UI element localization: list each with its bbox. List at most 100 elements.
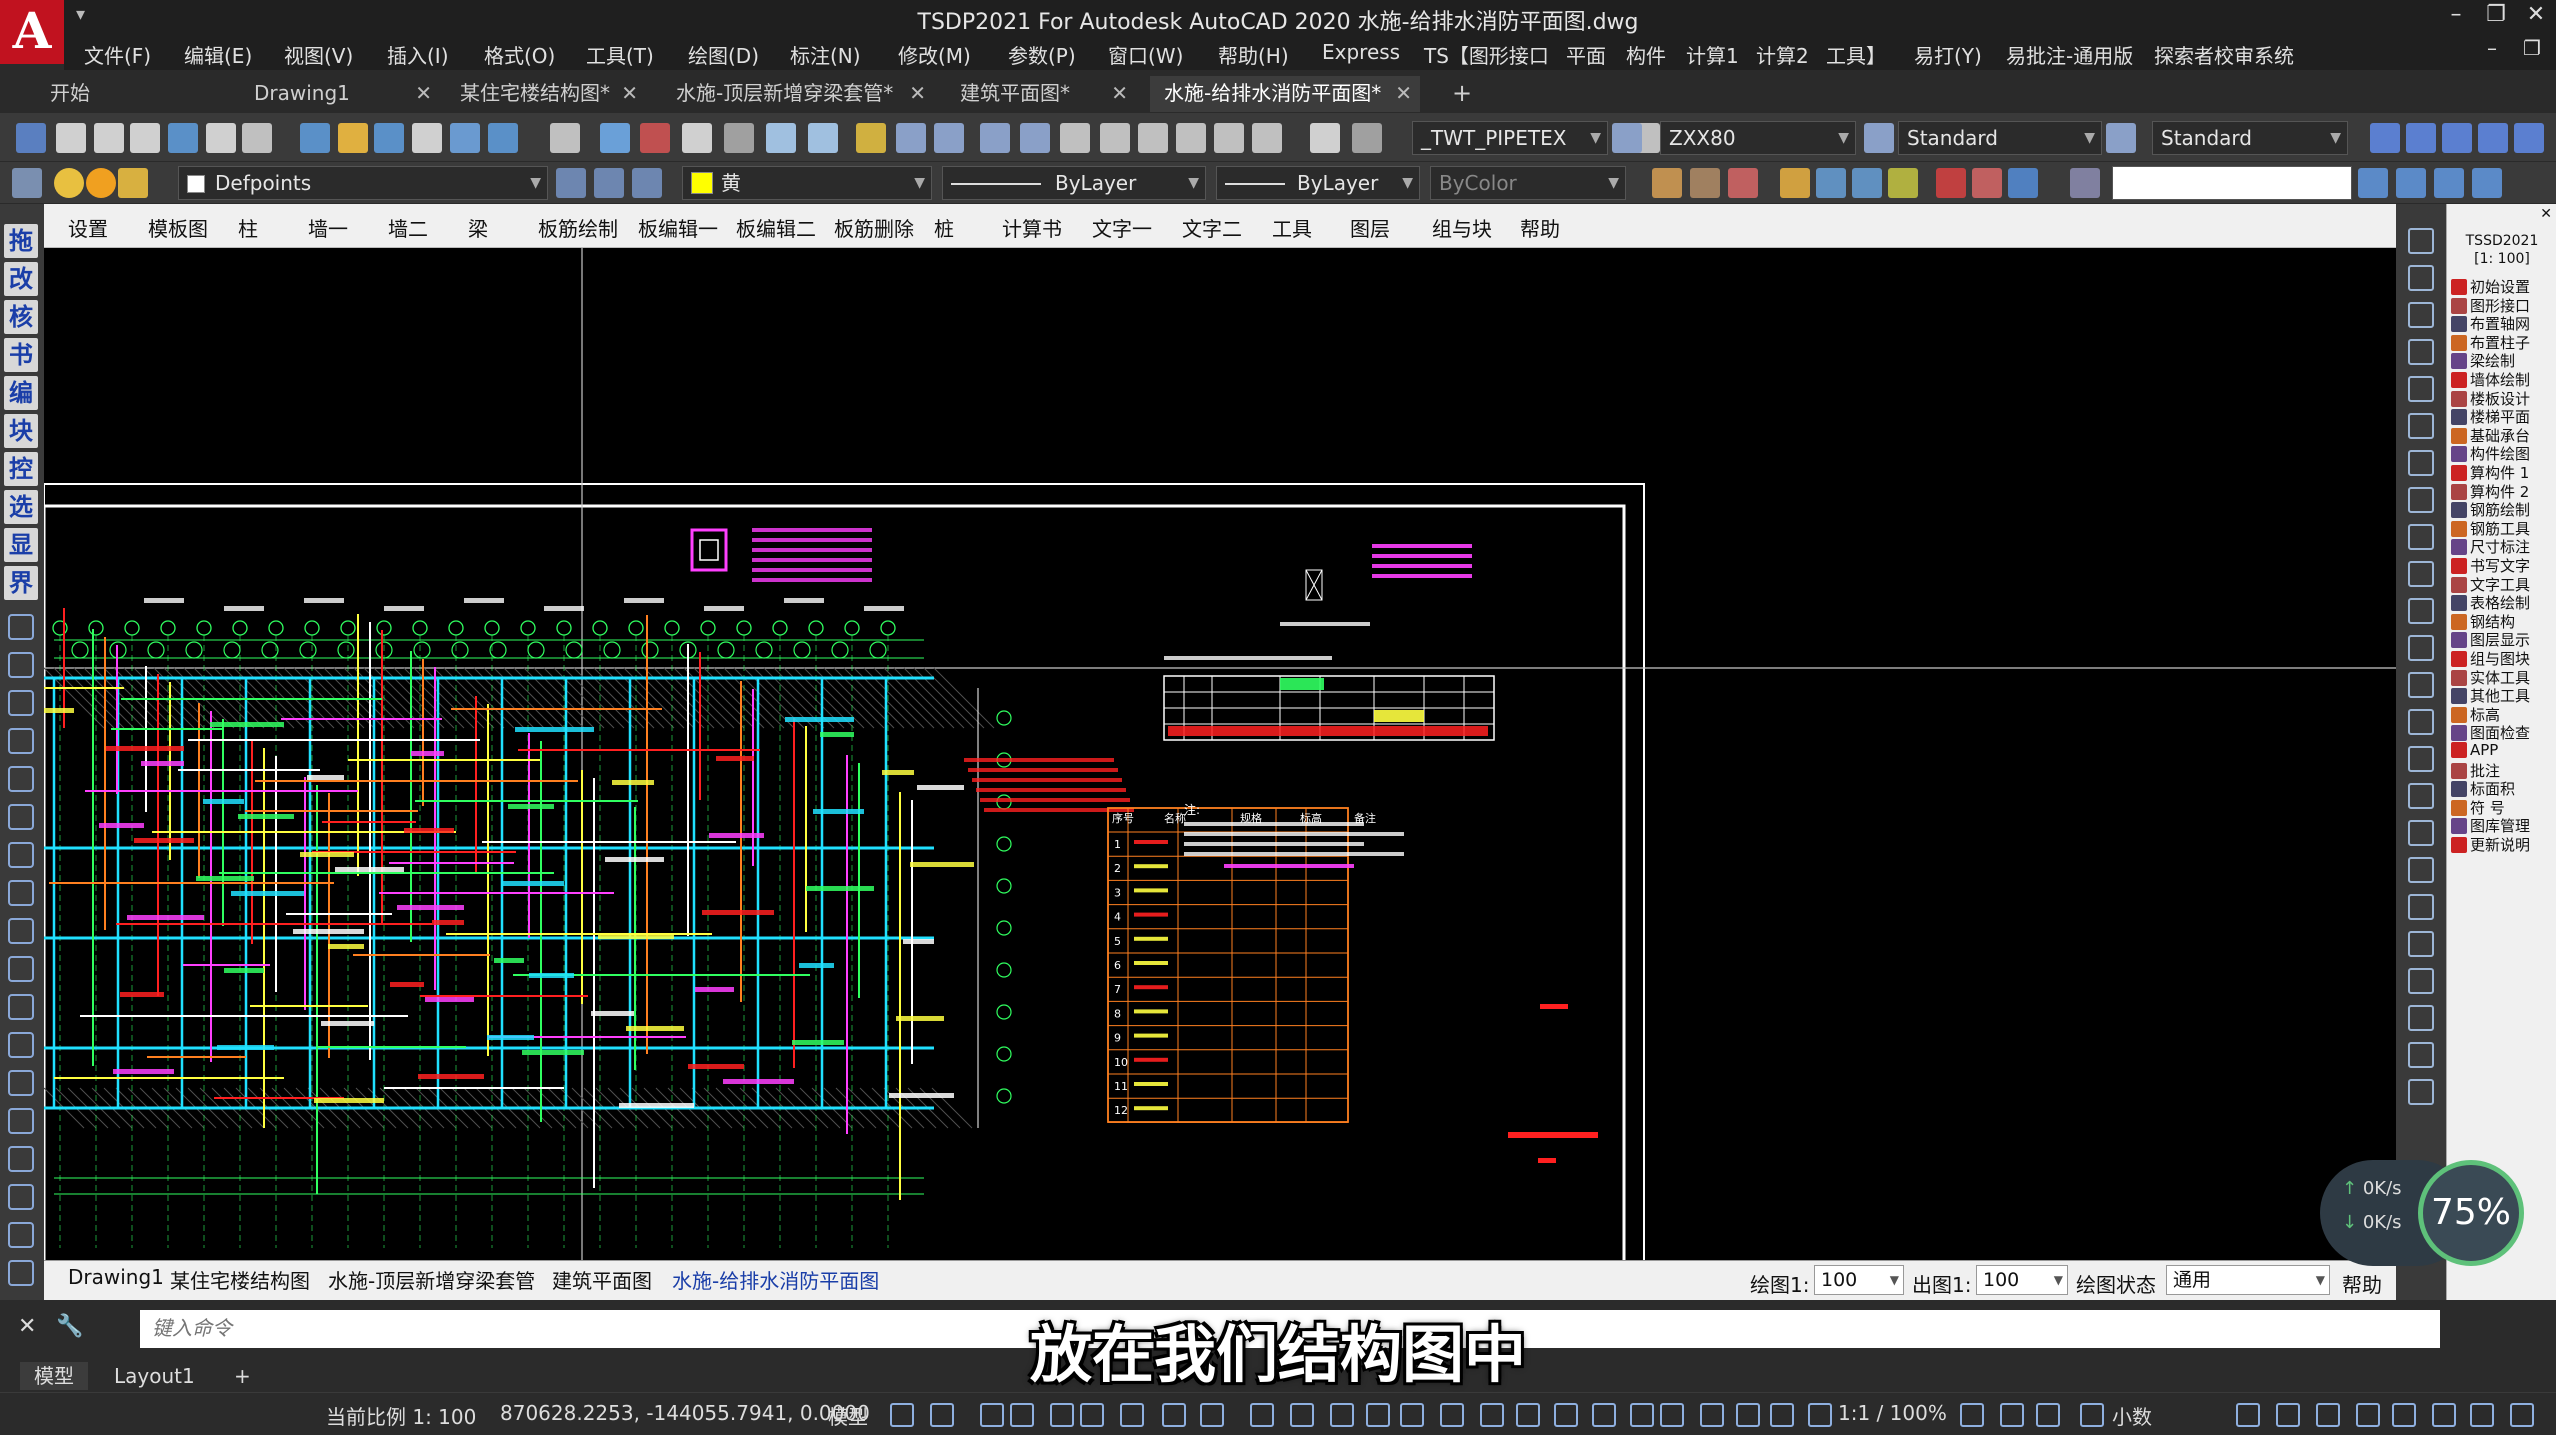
draw-tool-icon[interactable]	[8, 766, 34, 792]
status-toggle-icon[interactable]	[1010, 1403, 1034, 1427]
close-icon[interactable]: ✕	[415, 76, 432, 110]
menu-tools[interactable]: 工具(T)	[586, 40, 654, 69]
wrench-icon[interactable]: 🔧	[56, 1314, 83, 1339]
menu-dimension[interactable]: 标注(N)	[790, 40, 861, 69]
menu-annotation[interactable]: 易批注-通用版	[2006, 40, 2133, 69]
out-scale-select[interactable]: 100 ▼	[1976, 1265, 2068, 1295]
modify-tool-icon[interactable]	[2408, 1079, 2434, 1105]
modify-tool-icon[interactable]	[2408, 376, 2434, 402]
draw-tool-icon[interactable]	[8, 1032, 34, 1058]
status-toggle-icon[interactable]	[1660, 1403, 1684, 1427]
toolbar-tool-icon[interactable]	[412, 123, 442, 153]
tssd-menu-layer[interactable]: 图层	[1350, 213, 1390, 242]
toolbar-tool-icon[interactable]	[1020, 123, 1050, 153]
layout-tab-sleeve[interactable]: 水施-顶层新增穿梁套管	[328, 1265, 535, 1294]
toolbar-tool-icon[interactable]	[1060, 123, 1090, 153]
status-toggle-icon[interactable]	[1808, 1403, 1832, 1427]
draw-state-select[interactable]: 通用 ▼	[2166, 1265, 2330, 1295]
toolbar-tool-icon[interactable]	[2370, 123, 2400, 153]
tssd-menu-slab-rebar[interactable]: 板筋绘制	[538, 213, 618, 242]
toolbar-tool-icon[interactable]	[168, 123, 198, 153]
draw-tool-icon[interactable]	[8, 1222, 34, 1248]
toolbar-tool-icon[interactable]	[600, 123, 630, 153]
menu-modify[interactable]: 修改(M)	[898, 40, 971, 69]
toolbar-tool-icon[interactable]	[808, 123, 838, 153]
menu-calc1[interactable]: 计算1	[1686, 40, 1739, 69]
status-tool-icon[interactable]	[2432, 1403, 2456, 1427]
modify-tool-icon[interactable]	[2408, 709, 2434, 735]
layout-tab-architecture[interactable]: 建筑平面图	[552, 1265, 652, 1294]
toolbar-tool-icon[interactable]	[206, 123, 236, 153]
draw-tool-icon[interactable]	[8, 956, 34, 982]
toolbar-tool-icon[interactable]	[16, 123, 46, 153]
minimize-icon[interactable]: –	[2436, 2, 2476, 27]
plotstyle-select[interactable]: ByColor ▼	[1430, 166, 1626, 200]
multileader-style-select[interactable]: Standard ▼	[2152, 121, 2348, 155]
status-tool-icon[interactable]	[1960, 1403, 1984, 1427]
tssd-menu-slab-edit2[interactable]: 板编辑二	[736, 213, 816, 242]
tssd-menu-settings[interactable]: 设置	[68, 213, 108, 242]
left-btn-drag[interactable]: 拖	[4, 224, 38, 258]
tssd-menu-text1[interactable]: 文字一	[1092, 213, 1152, 242]
draw-tool-icon[interactable]	[8, 1108, 34, 1134]
units-select[interactable]: 小数	[2112, 1401, 2152, 1430]
left-btn-select[interactable]: 选	[4, 490, 38, 524]
status-tool-icon[interactable]	[2080, 1403, 2104, 1427]
modify-tool-icon[interactable]	[2408, 487, 2434, 513]
status-toggle-icon[interactable]	[1366, 1403, 1390, 1427]
modify-tool-icon[interactable]	[2408, 339, 2434, 365]
menu-calc2[interactable]: 计算2	[1756, 40, 1809, 69]
status-tool-icon[interactable]	[2316, 1403, 2340, 1427]
left-btn-block[interactable]: 块	[4, 414, 38, 448]
toolbar-tool-icon[interactable]	[766, 123, 796, 153]
left-btn-display[interactable]: 显	[4, 528, 38, 562]
status-toggle-icon[interactable]	[1770, 1403, 1794, 1427]
toolbar-extra-icon[interactable]	[1816, 168, 1846, 198]
toolbar-extra-icon[interactable]	[1972, 168, 2002, 198]
draw-tool-icon[interactable]	[8, 994, 34, 1020]
modify-tool-icon[interactable]	[2408, 894, 2434, 920]
tab-water-fire-plan[interactable]: 水施-给排水消防平面图* ✕	[1150, 76, 1420, 112]
draw-tool-icon[interactable]	[8, 880, 34, 906]
dim-style-select[interactable]: ZXX80 ▼	[1660, 121, 1856, 155]
make-current-icon[interactable]	[556, 168, 586, 198]
modify-tool-icon[interactable]	[2408, 672, 2434, 698]
draw-tool-icon[interactable]	[8, 1260, 34, 1286]
left-btn-check[interactable]: 核	[4, 300, 38, 334]
toolbar-tool-icon[interactable]	[724, 123, 754, 153]
modify-tool-icon[interactable]	[2408, 635, 2434, 661]
draw-tool-icon[interactable]	[8, 690, 34, 716]
modify-tool-icon[interactable]	[2408, 598, 2434, 624]
model-space-toggle[interactable]: 模型	[828, 1401, 868, 1430]
draw-tool-icon[interactable]	[8, 614, 34, 640]
toolbar-extra-icon[interactable]	[2008, 168, 2038, 198]
toolbar-tool-icon[interactable]	[856, 123, 886, 153]
menu-ts-interface[interactable]: TS【图形接口	[1424, 40, 1549, 69]
status-toggle-icon[interactable]	[1592, 1403, 1616, 1427]
menu-file[interactable]: 文件(F)	[84, 40, 151, 69]
menu-format[interactable]: 格式(O)	[484, 40, 555, 69]
status-tool-icon[interactable]	[2356, 1403, 2380, 1427]
draw-tool-icon[interactable]	[8, 728, 34, 754]
menu-help[interactable]: 帮助(H)	[1218, 40, 1289, 69]
modify-tool-icon[interactable]	[2408, 1042, 2434, 1068]
status-toggle-icon[interactable]	[1400, 1403, 1424, 1427]
menu-component[interactable]: 构件	[1626, 40, 1666, 69]
toolbar-extra-icon[interactable]	[1888, 168, 1918, 198]
draw-tool-icon[interactable]	[8, 1070, 34, 1096]
status-toggle-icon[interactable]	[1120, 1403, 1144, 1427]
close-icon[interactable]: ✕	[1395, 76, 1412, 110]
toolbar-extra-icon[interactable]	[1690, 168, 1720, 198]
status-toggle-icon[interactable]	[980, 1403, 1004, 1427]
tssd-panel-item[interactable]: APP	[2451, 741, 2555, 759]
menu-parametric[interactable]: 参数(P)	[1008, 40, 1076, 69]
tssd-panel-item[interactable]: 更新说明	[2451, 834, 2555, 855]
toolbar-extra-icon[interactable]	[1652, 168, 1682, 198]
toolbar-extra-icon[interactable]	[1852, 168, 1882, 198]
tssd-menu-wall1[interactable]: 墙一	[308, 213, 348, 242]
tssd-menu-slab-delete[interactable]: 板筋删除	[834, 213, 914, 242]
lineweight-select[interactable]: ByLayer ▼	[1216, 166, 1420, 200]
layer-manager-icon[interactable]	[12, 168, 42, 198]
tab-drawing1[interactable]: Drawing1 ✕	[240, 76, 440, 112]
draw-tool-icon[interactable]	[8, 918, 34, 944]
